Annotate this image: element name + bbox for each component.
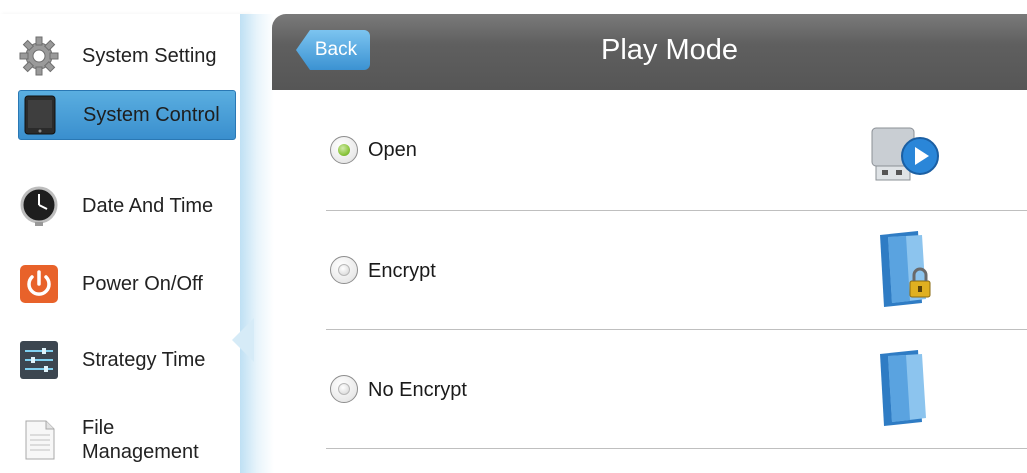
radio-dot-selected [338,144,350,156]
sidebar-divider-wave [240,14,274,473]
radio-no-encrypt[interactable] [330,375,358,403]
option-no-encrypt[interactable]: No Encrypt [326,330,1027,449]
page-header: Back Play Mode [272,14,1027,90]
sidebar-item-label: System Setting [82,45,217,67]
document-icon [25,420,55,460]
locked-folder-icon [880,231,931,307]
sidebar-item-system-control[interactable]: System Control [18,90,236,140]
sidebar-item-label: Power On/Off [82,273,203,295]
clock-icon [20,186,58,226]
sidebar-item-system-setting[interactable]: System Setting [18,32,234,80]
sidebar-item-strategy-time[interactable]: Strategy Time [18,336,234,384]
sidebar-item-file-management[interactable]: File Management [18,412,234,468]
radio-dot-unselected [338,383,350,395]
option-label: No Encrypt [368,379,467,401]
power-icon [20,265,58,303]
sidebar-item-power-on-off[interactable]: Power On/Off [18,260,234,308]
gear-icon [19,36,59,76]
option-open[interactable]: Open [326,94,1027,211]
selection-pointer [232,318,254,362]
option-label: Encrypt [368,260,436,282]
sidebar-item-date-and-time[interactable]: Date And Time [18,182,234,230]
sidebar-item-label: System Control [83,104,220,126]
sidebar-item-label: Strategy Time [82,349,206,371]
option-label: Open [368,139,417,161]
folder-icon [880,350,926,426]
sliders-icon [20,341,58,379]
sidebar: System Setting System Control Date And T… [0,14,249,473]
radio-encrypt[interactable] [330,256,358,284]
usb-play-icon [871,127,939,181]
radio-open[interactable] [330,136,358,164]
sidebar-item-label: File Management [82,417,199,463]
tablet-icon [24,95,56,135]
option-encrypt[interactable]: Encrypt [326,211,1027,330]
page-title: Play Mode [600,34,738,66]
sidebar-item-label: Date And Time [82,195,214,217]
radio-dot-unselected [338,264,350,276]
